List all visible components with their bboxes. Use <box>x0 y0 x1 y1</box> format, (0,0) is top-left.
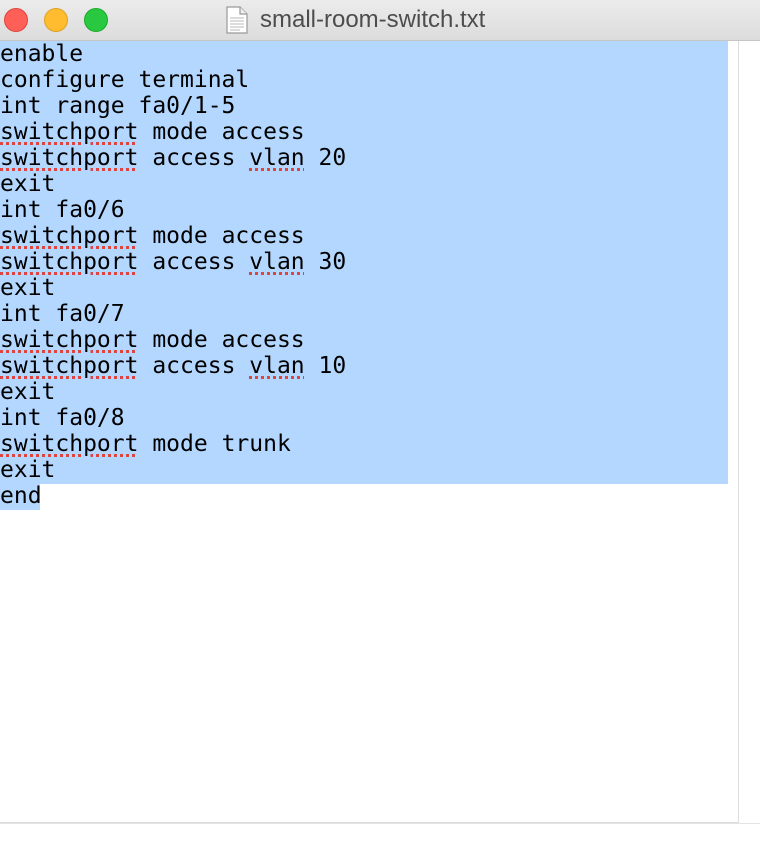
scroll-gutter[interactable] <box>739 41 760 822</box>
text-segment: access <box>138 353 250 379</box>
text-segment: exit <box>0 457 56 483</box>
text-segment: configure terminal <box>0 67 250 93</box>
misspelled-word: vlan <box>249 249 305 275</box>
close-window-button[interactable] <box>4 8 28 32</box>
text-segment: end <box>0 483 42 509</box>
text-segment: 30 <box>304 249 347 275</box>
text-line[interactable]: end <box>0 483 346 509</box>
text-line[interactable]: switchport access vlan 20 <box>0 145 346 171</box>
text-line[interactable]: exit <box>0 275 346 301</box>
text-line[interactable]: configure terminal <box>0 67 346 93</box>
text-line[interactable]: switchport access vlan 30 <box>0 249 346 275</box>
text-line[interactable]: int fa0/6 <box>0 197 346 223</box>
text-segment: mode trunk <box>138 431 291 457</box>
title-bar[interactable]: small-room-switch.txt <box>0 0 760 41</box>
text-segment: 10 <box>304 353 347 379</box>
text-segment: 20 <box>304 145 347 171</box>
text-segment: exit <box>0 379 56 405</box>
text-editor-area[interactable]: enable configure terminal int range fa0/1-… <box>0 41 739 823</box>
text-segment: int fa0/8 <box>0 405 125 431</box>
text-segment: enable <box>0 41 84 67</box>
text-line[interactable]: exit <box>0 457 346 483</box>
misspelled-word: switchport <box>0 249 139 275</box>
text-line[interactable]: exit <box>0 171 346 197</box>
misspelled-word: switchport <box>0 119 139 145</box>
text-segment: int range fa0/1-5 <box>0 93 236 119</box>
text-segment: int fa0/6 <box>0 197 125 223</box>
text-line[interactable]: switchport mode access <box>0 119 346 145</box>
misspelled-word: vlan <box>249 353 305 379</box>
misspelled-word: switchport <box>0 431 139 457</box>
text-line[interactable]: exit <box>0 379 346 405</box>
text-segment: mode access <box>138 327 305 353</box>
text-segment: access <box>138 145 250 171</box>
text-segment: mode access <box>138 119 305 145</box>
text-line[interactable]: switchport access vlan 10 <box>0 353 346 379</box>
misspelled-word: switchport <box>0 145 139 171</box>
misspelled-word: vlan <box>249 145 305 171</box>
text-line[interactable]: switchport mode access <box>0 327 346 353</box>
text-segment: mode access <box>138 223 305 249</box>
misspelled-word: switchport <box>0 353 139 379</box>
zoom-window-button[interactable] <box>84 8 108 32</box>
text-segment: exit <box>0 275 56 301</box>
text-line[interactable]: int fa0/7 <box>0 301 346 327</box>
text-segment: exit <box>0 171 56 197</box>
text-segment: int fa0/7 <box>0 301 125 327</box>
document-icon <box>226 6 248 34</box>
window-title: small-room-switch.txt <box>260 6 486 33</box>
text-line[interactable]: int fa0/8 <box>0 405 346 431</box>
window-title-area: small-room-switch.txt <box>226 5 485 35</box>
text-line[interactable]: switchport mode access <box>0 223 346 249</box>
window-bottom-edge <box>0 823 760 852</box>
misspelled-word: switchport <box>0 223 139 249</box>
text-lines: enable configure terminal int range fa0/1-… <box>0 41 346 509</box>
text-editor-window: small-room-switch.txt enable configure te… <box>0 0 760 852</box>
minimize-window-button[interactable] <box>44 8 68 32</box>
text-line[interactable]: enable <box>0 41 346 67</box>
text-segment: access <box>138 249 250 275</box>
misspelled-word: switchport <box>0 327 139 353</box>
text-line[interactable]: switchport mode trunk <box>0 431 346 457</box>
text-line[interactable]: int range fa0/1-5 <box>0 93 346 119</box>
